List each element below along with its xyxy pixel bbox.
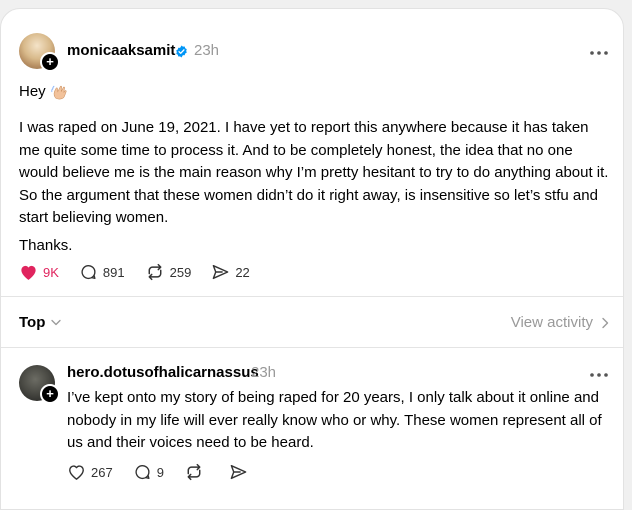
like-button[interactable]: 9K <box>19 263 59 281</box>
divider-top <box>1 296 623 297</box>
author-username[interactable]: monicaaksamit <box>67 42 175 59</box>
chevron-right-icon <box>602 317 609 328</box>
follow-plus-icon[interactable]: + <box>40 52 60 72</box>
reply-like-count: 267 <box>91 464 113 480</box>
view-activity-label: View activity <box>510 314 593 331</box>
post-greeting-line: Hey <box>19 81 68 104</box>
repost-button[interactable]: 259 <box>145 263 192 281</box>
post-greeting: Hey <box>19 83 46 100</box>
chevron-down-icon <box>51 319 62 326</box>
repost-icon <box>148 263 162 281</box>
reply-icon <box>135 464 150 480</box>
like-count: 9K <box>43 264 59 280</box>
waving-hand-icon <box>50 85 67 100</box>
post-closing: Thanks. <box>19 237 73 254</box>
reply-timestamp: 23h <box>251 364 277 381</box>
view-activity-link[interactable]: View activity <box>511 314 609 331</box>
reply-reply-button[interactable]: 9 <box>133 463 164 481</box>
reply-body: I’ve kept onto my story of being raped f… <box>67 389 602 451</box>
post-timestamp: 23h <box>194 42 220 59</box>
thread-card: + monicaaksamit 23h Hey I was raped on J… <box>0 8 624 510</box>
replies-sort-dropdown[interactable]: Top <box>19 314 62 331</box>
divider-replies <box>1 347 623 348</box>
reply-follow-plus-icon[interactable]: + <box>40 384 60 404</box>
reply-username[interactable]: hero.dotusofhalicarnassus <box>67 364 259 381</box>
repost-icon <box>187 463 201 481</box>
reply-more-icon[interactable] <box>589 372 609 378</box>
heart-icon <box>69 465 84 480</box>
heart-icon <box>21 265 36 280</box>
reply-share-button[interactable] <box>229 463 253 481</box>
reply-repost-button[interactable] <box>184 463 209 481</box>
share-count: 22 <box>235 264 250 280</box>
verified-badge-icon <box>176 45 187 58</box>
reply-button[interactable]: 891 <box>79 263 125 281</box>
sort-label: Top <box>19 314 46 331</box>
reply-count: 891 <box>102 264 125 280</box>
reply-reply-count: 9 <box>156 464 164 480</box>
share-button[interactable]: 22 <box>211 263 250 281</box>
reply-icon <box>81 264 96 280</box>
share-icon <box>212 264 229 280</box>
post-body: I was raped on June 19, 2021. I have yet… <box>19 119 609 226</box>
share-icon <box>230 464 247 480</box>
reply-like-button[interactable]: 267 <box>67 463 113 481</box>
reply-actions: 267 9 <box>67 463 273 481</box>
repost-count: 259 <box>169 264 192 280</box>
post-actions: 9K 891 259 22 <box>19 263 270 281</box>
more-icon[interactable] <box>589 50 609 56</box>
